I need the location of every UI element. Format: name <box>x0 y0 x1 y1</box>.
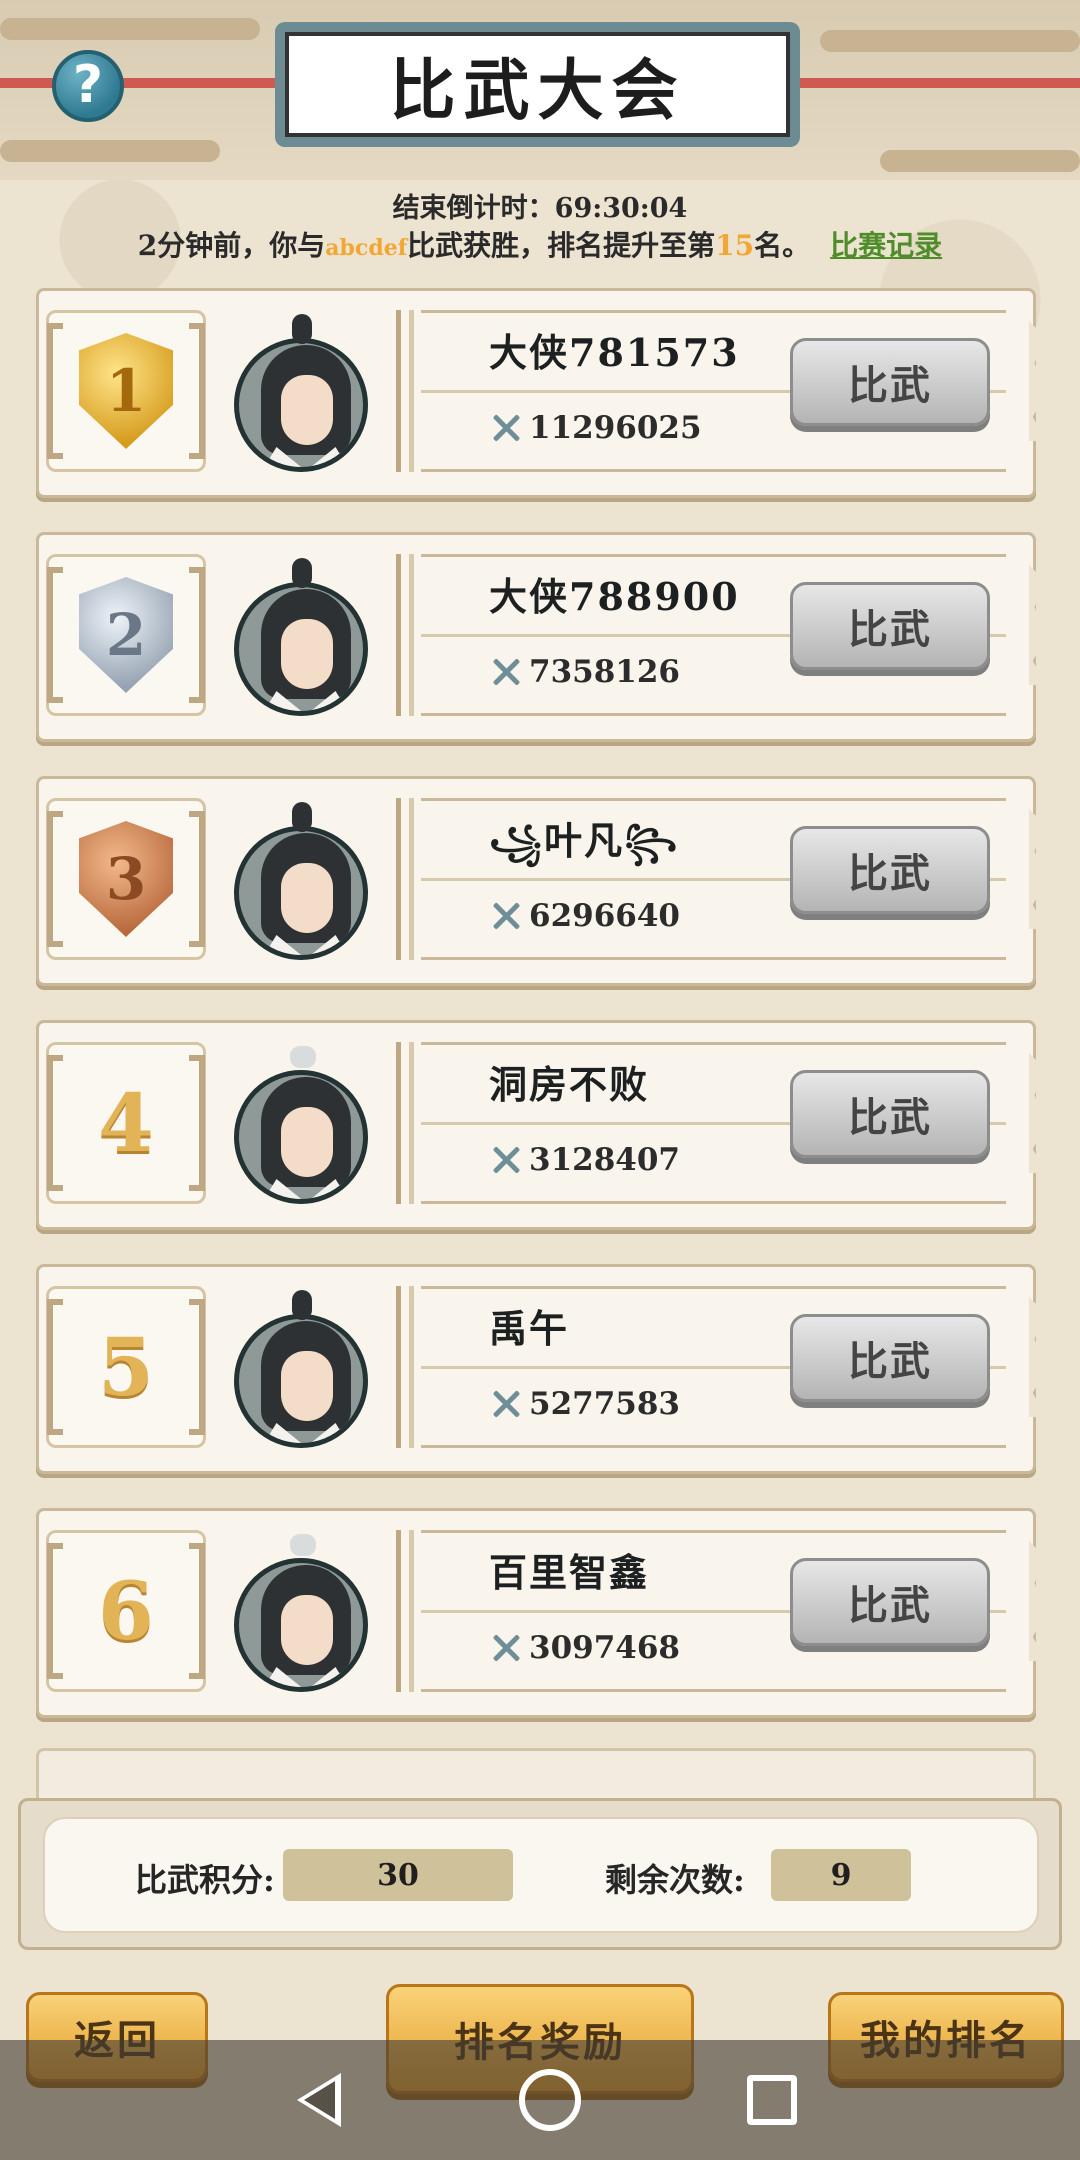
player-name: 百里智鑫 <box>489 1550 650 1595</box>
match-record-link[interactable]: 比赛记录 <box>830 229 942 262</box>
home-circle-icon[interactable] <box>519 2069 581 2131</box>
combat-power: 3097468 <box>489 1630 680 1666</box>
countdown-value: 69:30:04 <box>554 193 688 224</box>
challenge-button[interactable]: 比武 <box>790 1314 990 1402</box>
player-avatar[interactable] <box>234 1046 368 1204</box>
rank-badge: 3 <box>46 798 206 960</box>
combat-power: 5277583 <box>489 1386 680 1422</box>
gold-medal-icon: 1 <box>79 333 173 449</box>
help-button[interactable]: ? <box>52 50 124 122</box>
rank-number: 6 <box>98 1564 154 1658</box>
swirl-right-icon: ꧂ <box>624 823 680 863</box>
combat-power: 11296025 <box>489 410 702 446</box>
ranking-row: 1 大侠781573 11296025 比武 <box>32 288 1040 498</box>
rank-badge: 4 <box>46 1042 206 1204</box>
power-value: 3128407 <box>529 1142 680 1178</box>
challenge-button[interactable]: 比武 <box>790 582 990 670</box>
player-name: 大侠781573 <box>489 330 740 375</box>
page-title: 比武大会 <box>389 50 686 129</box>
ranking-list[interactable]: 1 大侠781573 11296025 比武 2 大侠788900 735812… <box>32 288 1040 1783</box>
back-triangle-icon[interactable] <box>283 2065 353 2135</box>
power-value: 3097468 <box>529 1630 680 1666</box>
rank-badge: 2 <box>46 554 206 716</box>
rank-badge: 5 <box>46 1286 206 1448</box>
rank-badge: 6 <box>46 1530 206 1692</box>
player-avatar[interactable] <box>234 558 368 716</box>
countdown-label: 结束倒计时： <box>392 193 555 224</box>
player-name-decorated: ꧁叶凡꧂ <box>489 810 679 886</box>
combat-power: 7358126 <box>489 654 680 690</box>
player-name: 洞房不败 <box>489 1062 650 1107</box>
notice-middle: 比武获胜，排名提升至第 <box>407 229 716 262</box>
challenge-button[interactable]: 比武 <box>790 1558 990 1646</box>
combat-power: 3128407 <box>489 1142 680 1178</box>
ranking-row: 4 洞房不败 3128407 比武 <box>32 1020 1040 1230</box>
crossed-swords-icon <box>489 655 523 689</box>
power-value: 5277583 <box>529 1386 680 1422</box>
player-avatar[interactable] <box>234 1290 368 1448</box>
silver-medal-icon: 2 <box>79 577 173 693</box>
power-value: 7358126 <box>529 654 680 690</box>
game-screen: ? 比武大会 结束倒计时：69:30:04 2分钟前，你与abcdef比武获胜，… <box>0 0 1080 2160</box>
notice-suffix: 名。 <box>754 229 811 262</box>
system-nav-bar <box>0 2040 1080 2160</box>
player-name: 叶凡 <box>544 818 625 863</box>
notice-opponent: abcdef <box>325 235 408 261</box>
player-name: 大侠788900 <box>489 574 740 619</box>
title-plate: 比武大会 <box>275 22 800 147</box>
player-avatar[interactable] <box>234 314 368 472</box>
challenge-button[interactable]: 比武 <box>790 1070 990 1158</box>
rank-number: 5 <box>98 1320 154 1414</box>
countdown: 结束倒计时：69:30:04 <box>0 186 1080 225</box>
recents-square-icon[interactable] <box>747 2075 797 2125</box>
bronze-medal-icon: 3 <box>79 821 173 937</box>
notice-rank: 15 <box>715 229 755 262</box>
crossed-swords-icon <box>489 899 523 933</box>
rank-number: 4 <box>98 1076 154 1170</box>
rank-badge: 1 <box>46 310 206 472</box>
crossed-swords-icon <box>489 1387 523 1421</box>
remaining-label: 剩余次数: <box>605 1861 745 1899</box>
battle-notice: 2分钟前，你与abcdef比武获胜，排名提升至第15名。 比赛记录 <box>0 224 1080 264</box>
ranking-row: 6 百里智鑫 3097468 比武 <box>32 1508 1040 1718</box>
ranking-row: 5 禹午 5277583 比武 <box>32 1264 1040 1474</box>
challenge-button[interactable]: 比武 <box>790 826 990 914</box>
player-avatar[interactable] <box>234 802 368 960</box>
crossed-swords-icon <box>489 1143 523 1177</box>
swirl-left-icon: ꧁ <box>489 823 545 863</box>
combat-power: 6296640 <box>489 898 680 934</box>
remaining-value: 9 <box>771 1849 911 1901</box>
power-value: 6296640 <box>529 898 680 934</box>
power-value: 11296025 <box>529 410 702 446</box>
notice-prefix: 2分钟前，你与 <box>137 229 326 262</box>
player-avatar[interactable] <box>234 1534 368 1692</box>
score-label: 比武积分: <box>135 1861 275 1899</box>
score-value: 30 <box>283 1849 513 1901</box>
player-name: 禹午 <box>489 1306 570 1351</box>
ranking-row: 2 大侠788900 7358126 比武 <box>32 532 1040 742</box>
crossed-swords-icon <box>489 411 523 445</box>
stats-panel: 比武积分: 30 剩余次数: 9 <box>18 1798 1062 1950</box>
challenge-button[interactable]: 比武 <box>790 338 990 426</box>
ranking-row: 3 ꧁叶凡꧂ 6296640 比武 <box>32 776 1040 986</box>
crossed-swords-icon <box>489 1631 523 1665</box>
